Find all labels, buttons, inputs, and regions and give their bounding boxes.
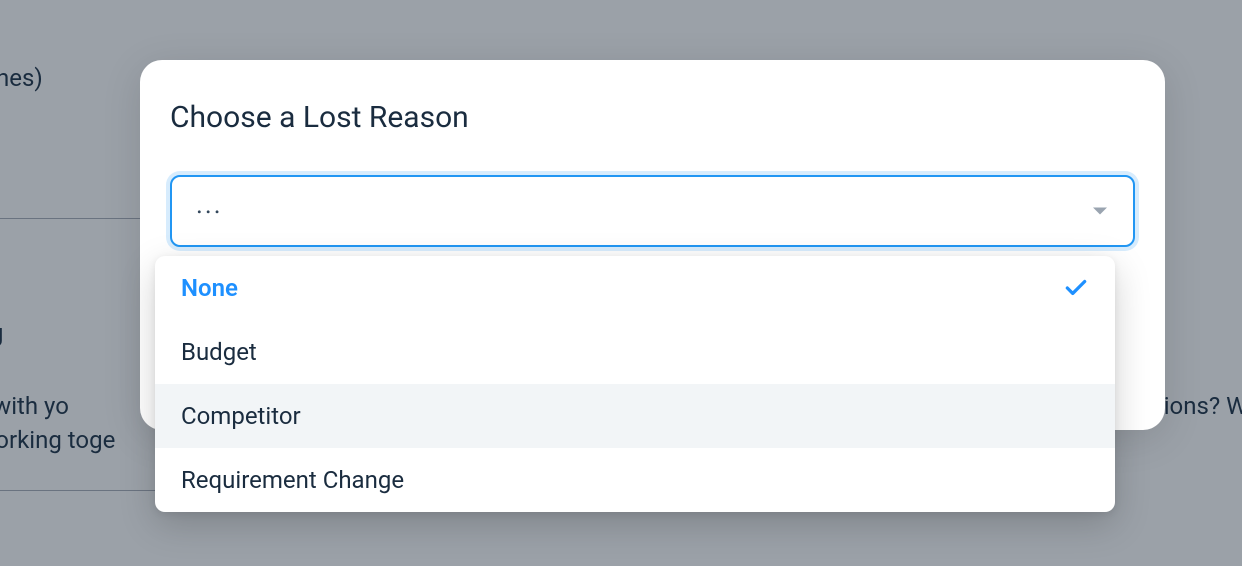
lost-reason-select-wrapper: ... (170, 175, 1135, 247)
bg-text-fragment: Haines) (0, 60, 43, 96)
caret-down-icon (1093, 208, 1107, 215)
bg-text-fragment: g (0, 315, 3, 351)
check-icon (1063, 275, 1089, 301)
bg-text-fragment: ions? We'r (1164, 388, 1242, 424)
bg-text-fragment: k in with yo (0, 388, 69, 424)
select-placeholder: ... (196, 190, 223, 220)
lost-reason-dropdown: None Budget Competitor Requirement Chang… (155, 256, 1115, 512)
bg-divider (0, 490, 170, 491)
dropdown-option-requirement-change[interactable]: Requirement Change (155, 448, 1115, 512)
dropdown-option-label: Budget (181, 338, 257, 366)
dropdown-option-none[interactable]: None (155, 256, 1115, 320)
dropdown-option-label: None (181, 274, 238, 302)
lost-reason-select[interactable]: ... (170, 175, 1135, 247)
dropdown-option-label: Requirement Change (181, 466, 404, 494)
dropdown-option-label: Competitor (181, 402, 301, 430)
dropdown-option-competitor[interactable]: Competitor (155, 384, 1115, 448)
dropdown-option-budget[interactable]: Budget (155, 320, 1115, 384)
modal-title: Choose a Lost Reason (170, 100, 1135, 135)
bg-text-fragment: to working toge (0, 422, 115, 458)
